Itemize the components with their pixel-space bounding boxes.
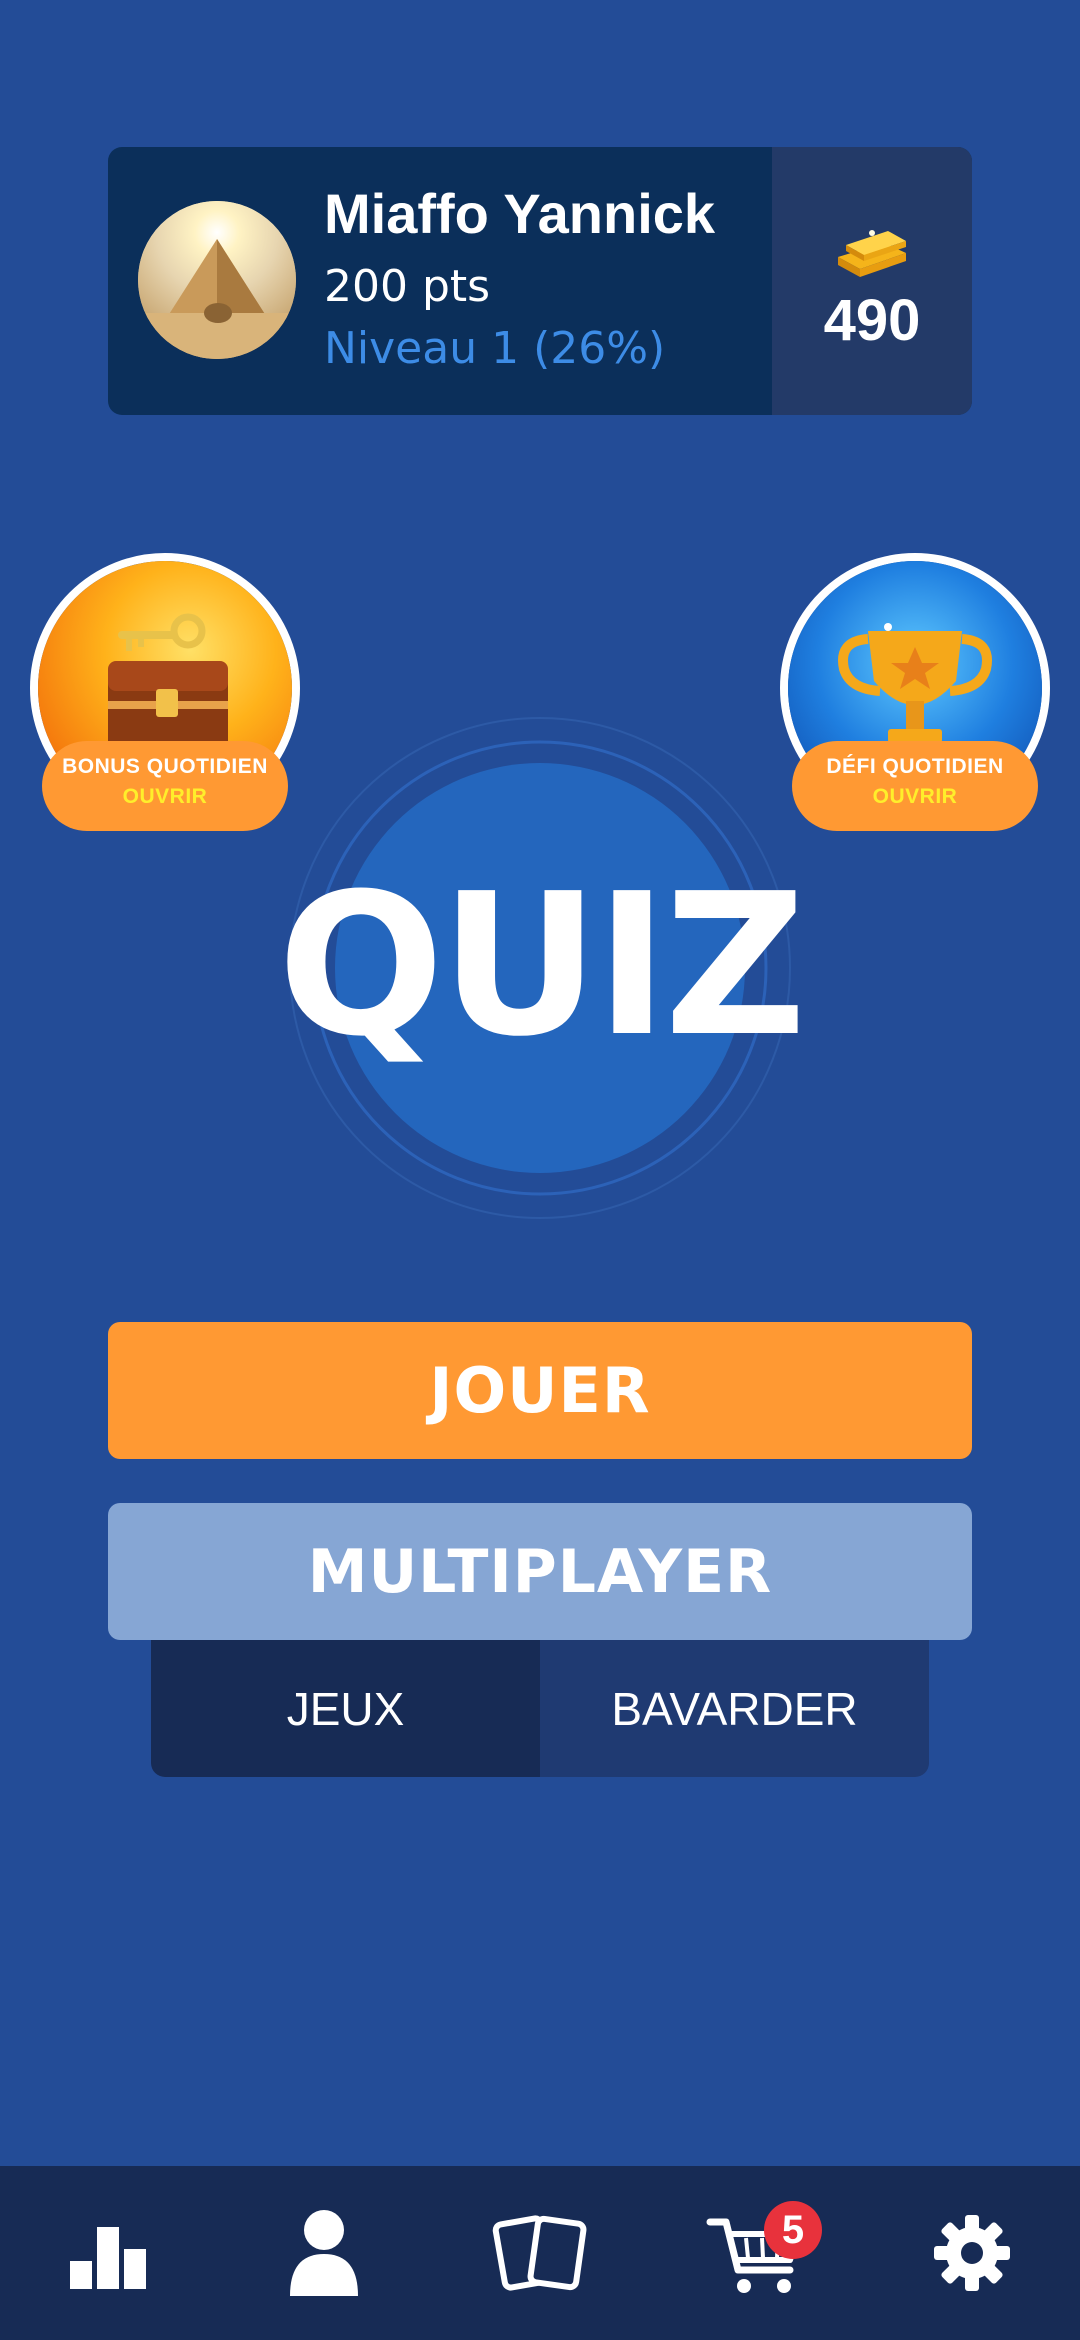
player-points: 200 pts <box>324 261 491 312</box>
tab-chat[interactable]: BAVARDER <box>540 1640 929 1777</box>
multiplayer-tabs: JEUX BAVARDER <box>151 1640 929 1777</box>
bottom-nav: 5 <box>0 2166 1080 2340</box>
daily-challenge-title: DÉFI QUOTIDIEN <box>826 755 1004 778</box>
daily-bonus-pill[interactable]: BONUS QUOTIDIEN OUVRIR <box>42 741 288 831</box>
daily-challenge[interactable]: DÉFI QUOTIDIEN OUVRIR <box>780 553 1050 843</box>
nav-shop[interactable]: 5 <box>696 2193 822 2313</box>
nav-cards[interactable] <box>480 2193 600 2313</box>
nav-settings[interactable] <box>912 2193 1032 2313</box>
play-button[interactable]: JOUER <box>108 1322 972 1459</box>
tab-games[interactable]: JEUX <box>151 1640 540 1777</box>
daily-bonus[interactable]: BONUS QUOTIDIEN OUVRIR <box>30 553 300 843</box>
daily-bonus-title: BONUS QUOTIDIEN <box>62 755 268 778</box>
pyramid-avatar-icon[interactable] <box>138 201 296 359</box>
profile-icon <box>290 2210 358 2296</box>
quiz-logo-text: QUIZ <box>277 852 807 1080</box>
cards-icon <box>492 2215 587 2291</box>
multiplayer-button[interactable]: MULTIPLAYER <box>108 1503 972 1640</box>
player-name: Miaffo Yannick <box>324 182 716 245</box>
daily-challenge-pill[interactable]: DÉFI QUOTIDIEN OUVRIR <box>792 741 1038 831</box>
cart-badge: 5 <box>764 2201 822 2259</box>
player-level: Niveau 1 (26%) <box>324 323 666 374</box>
settings-icon <box>934 2215 1010 2291</box>
daily-challenge-open[interactable]: OUVRIR <box>792 785 1038 809</box>
gold-bars-icon <box>838 230 906 277</box>
leaderboard-icon <box>70 2227 146 2289</box>
daily-bonus-open[interactable]: OUVRIR <box>42 785 288 809</box>
coins-panel[interactable]: 490 <box>772 147 972 415</box>
coins-value: 490 <box>823 288 921 353</box>
profile-card[interactable]: Miaffo Yannick 200 pts Niveau 1 (26%) 49… <box>108 147 972 415</box>
profile-info: Miaffo Yannick 200 pts Niveau 1 (26%) <box>108 147 772 415</box>
nav-leaderboard[interactable] <box>48 2193 168 2313</box>
nav-profile[interactable] <box>264 2193 384 2313</box>
